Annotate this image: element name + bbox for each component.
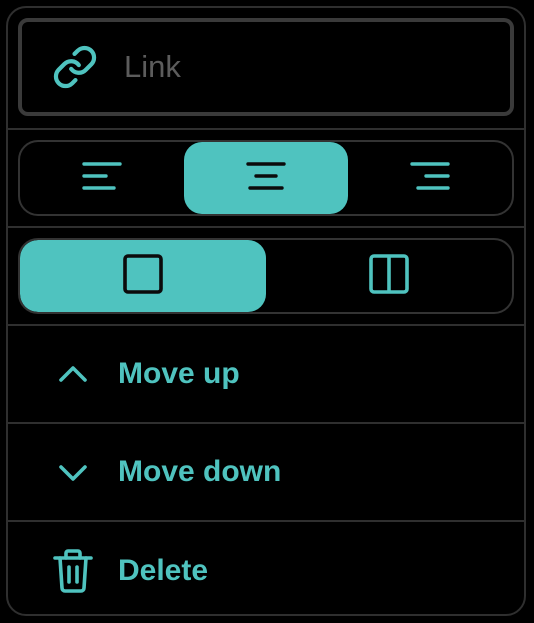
delete-label: Delete: [118, 554, 209, 587]
link-field[interactable]: [18, 18, 514, 116]
delete-button[interactable]: Delete: [8, 522, 524, 614]
layout-control: [18, 238, 514, 314]
move-up-label: Move up: [118, 357, 240, 390]
link-input[interactable]: [124, 49, 464, 85]
align-left-button[interactable]: [20, 142, 184, 214]
chevron-up-icon: [52, 353, 94, 395]
move-down-button[interactable]: Move down: [8, 424, 524, 522]
move-down-label: Move down: [118, 455, 282, 488]
two-column-button[interactable]: [266, 240, 512, 312]
block-options-panel: Move up Move down Delete: [6, 6, 526, 616]
move-up-button[interactable]: Move up: [8, 326, 524, 424]
link-section: [8, 8, 524, 130]
align-left-icon: [82, 161, 122, 196]
align-center-button[interactable]: [184, 142, 348, 214]
single-column-button[interactable]: [20, 240, 266, 312]
single-column-icon: [122, 253, 164, 300]
alignment-control: [18, 140, 514, 216]
trash-icon: [52, 549, 94, 593]
link-icon: [52, 44, 98, 90]
align-center-icon: [246, 161, 286, 196]
layout-section: [8, 228, 524, 326]
align-right-icon: [410, 161, 450, 196]
alignment-section: [8, 130, 524, 228]
two-column-icon: [368, 253, 410, 300]
align-right-button[interactable]: [348, 142, 512, 214]
chevron-down-icon: [52, 451, 94, 493]
